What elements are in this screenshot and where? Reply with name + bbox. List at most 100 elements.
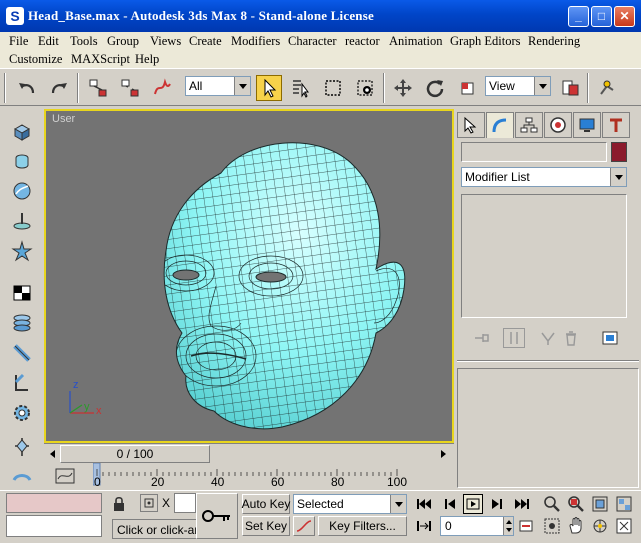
- previous-frame-icon[interactable]: [440, 494, 460, 514]
- key-mode-dropdown[interactable]: Selected: [293, 494, 407, 514]
- menu-create[interactable]: Create: [189, 34, 222, 49]
- remove-modifier-icon[interactable]: [563, 330, 579, 349]
- configure-sets-icon[interactable]: [601, 329, 619, 350]
- rotate-icon[interactable]: [422, 75, 448, 101]
- zoom-all-icon[interactable]: [566, 494, 586, 514]
- lock-selection-icon[interactable]: [112, 496, 126, 515]
- modify-tab-icon[interactable]: [486, 112, 514, 138]
- select-by-name-icon[interactable]: [288, 75, 314, 101]
- reference-coordinate-dropdown[interactable]: View: [485, 76, 551, 96]
- lights-icon[interactable]: [8, 208, 36, 234]
- utilities-tab-icon[interactable]: [602, 112, 630, 138]
- set-key-button[interactable]: Set Key: [242, 516, 290, 536]
- zoom-icon[interactable]: [542, 494, 562, 514]
- nurbs-icon[interactable]: [8, 310, 36, 336]
- spinner-arrows-icon[interactable]: [503, 517, 513, 535]
- menu-bar: File Edit Tools Group Views Create Modif…: [0, 32, 641, 51]
- show-end-result-icon[interactable]: [503, 328, 525, 348]
- display-tab-icon[interactable]: [573, 112, 601, 138]
- menu-maxscript[interactable]: MAXScript: [71, 52, 130, 67]
- go-to-end-icon[interactable]: [512, 494, 532, 514]
- menu-graph-editors[interactable]: Graph Editors: [450, 34, 520, 49]
- modifier-list-label: Modifier List: [465, 170, 530, 184]
- objects-icon[interactable]: [8, 118, 36, 144]
- set-key-mode-icon[interactable]: [196, 493, 238, 539]
- dynamics-icon[interactable]: [8, 340, 36, 366]
- motion-tab-icon[interactable]: [544, 112, 572, 138]
- pivot-center-icon[interactable]: [557, 75, 583, 101]
- menu-views[interactable]: Views: [150, 34, 181, 49]
- time-slider-thumb[interactable]: 0 / 100: [60, 445, 210, 463]
- menu-group[interactable]: Group: [107, 34, 139, 49]
- auto-key-button[interactable]: Auto Key: [242, 494, 290, 514]
- particles-icon[interactable]: [8, 238, 36, 264]
- absolute-mode-icon[interactable]: [140, 494, 158, 512]
- select-and-link-icon[interactable]: [85, 75, 111, 101]
- next-frame-icon[interactable]: [487, 494, 507, 514]
- track-bar[interactable]: 0 20 40 60 80 100: [93, 463, 454, 489]
- app-icon[interactable]: S: [6, 7, 24, 25]
- current-frame-value: 0: [445, 519, 452, 533]
- key-mode-toggle-icon[interactable]: [414, 516, 434, 536]
- unlink-selection-icon[interactable]: [117, 75, 143, 101]
- window-crossing-icon[interactable]: [352, 75, 378, 101]
- pin-stack-icon[interactable]: [473, 330, 491, 349]
- play-icon[interactable]: [463, 494, 483, 514]
- patch-grids-icon[interactable]: [8, 280, 36, 306]
- field-of-view-icon[interactable]: [542, 516, 562, 536]
- undo-icon[interactable]: [14, 75, 40, 101]
- modifier-list-dropdown[interactable]: Modifier List: [461, 167, 627, 187]
- menu-edit[interactable]: Edit: [38, 34, 59, 49]
- current-frame-spinner[interactable]: 0: [440, 516, 514, 536]
- pan-hand-icon[interactable]: [566, 516, 586, 536]
- close-button[interactable]: ✕: [614, 6, 635, 27]
- default-in-out-tangents-icon[interactable]: [293, 516, 315, 536]
- time-configuration-icon[interactable]: [516, 516, 536, 536]
- menu-file[interactable]: File: [9, 34, 28, 49]
- selection-filter-dropdown[interactable]: All: [185, 76, 251, 96]
- helpers-icon[interactable]: [8, 400, 36, 426]
- redo-icon[interactable]: [46, 75, 72, 101]
- menu-animation[interactable]: Animation: [389, 34, 442, 49]
- object-color-swatch[interactable]: [611, 142, 627, 162]
- scale-icon[interactable]: [454, 75, 480, 101]
- cameras-icon[interactable]: [8, 370, 36, 396]
- select-and-manipulate-icon[interactable]: [594, 75, 620, 101]
- hierarchy-tab-icon[interactable]: [515, 112, 543, 138]
- maxscript-listener-mini[interactable]: [6, 493, 102, 513]
- menu-help[interactable]: Help: [135, 52, 159, 67]
- menu-modifiers[interactable]: Modifiers: [231, 34, 280, 49]
- menu-tools[interactable]: Tools: [70, 34, 98, 49]
- x-coordinate-field[interactable]: [174, 493, 196, 513]
- maximize-button[interactable]: □: [591, 6, 612, 27]
- move-icon[interactable]: [390, 75, 416, 101]
- select-object-icon[interactable]: [256, 75, 282, 101]
- mini-curve-editor-icon[interactable]: [46, 465, 84, 487]
- zoom-extents-all-icon[interactable]: [614, 494, 634, 514]
- shapes-icon[interactable]: [8, 148, 36, 174]
- minimize-button[interactable]: _: [568, 6, 589, 27]
- compounds-icon[interactable]: [8, 178, 36, 204]
- make-unique-icon[interactable]: [539, 330, 557, 349]
- menu-character[interactable]: Character: [288, 34, 337, 49]
- modifier-stack[interactable]: [461, 194, 627, 318]
- rectangular-selection-icon[interactable]: [320, 75, 346, 101]
- menu-customize[interactable]: Customize: [9, 52, 62, 67]
- viewport-user[interactable]: User z y x: [44, 109, 454, 443]
- maximize-viewport-icon[interactable]: [614, 516, 634, 536]
- zoom-extents-icon[interactable]: [590, 494, 610, 514]
- arc-rotate-icon[interactable]: [590, 516, 610, 536]
- chevron-down-icon: [390, 495, 406, 513]
- space-warps-icon[interactable]: [8, 434, 36, 460]
- key-filters-button[interactable]: Key Filters...: [318, 516, 407, 536]
- maxscript-input[interactable]: [6, 515, 102, 537]
- time-slider-prev-icon[interactable]: [46, 447, 60, 461]
- object-name-field[interactable]: [461, 142, 607, 162]
- menu-reactor[interactable]: reactor: [345, 34, 380, 49]
- menu-rendering[interactable]: Rendering: [528, 34, 580, 49]
- create-tab-icon[interactable]: [457, 112, 485, 138]
- bind-to-space-warp-icon[interactable]: [149, 75, 175, 101]
- time-slider-next-icon[interactable]: [436, 447, 450, 461]
- systems-icon[interactable]: [8, 464, 36, 490]
- go-to-start-icon[interactable]: [414, 494, 434, 514]
